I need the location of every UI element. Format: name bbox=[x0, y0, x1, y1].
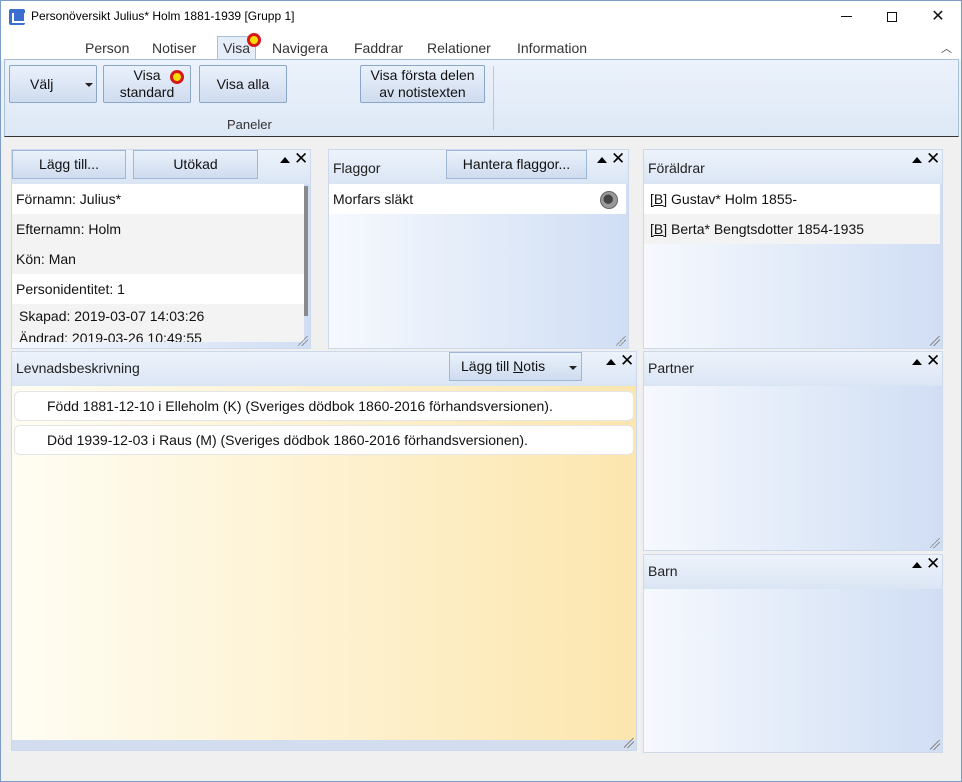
move-up-icon[interactable] bbox=[597, 157, 607, 163]
resize-grip-icon[interactable] bbox=[624, 738, 634, 748]
panel-header: Levnadsbeskrivning Lägg till Notis ✕ bbox=[12, 351, 636, 386]
minimize-button[interactable] bbox=[823, 1, 869, 32]
flag-item[interactable]: Morfars släkt bbox=[329, 184, 626, 214]
extended-button[interactable]: Utökad bbox=[133, 150, 258, 179]
panel-footer bbox=[12, 740, 636, 750]
ribbon-panel: Välj Visa standard Visa alla Visa första… bbox=[4, 59, 959, 137]
dropdown-arrow-icon bbox=[569, 366, 577, 370]
move-up-icon[interactable] bbox=[912, 157, 922, 163]
field-first-name[interactable]: Förnamn: Julius* bbox=[12, 184, 304, 214]
panel-title: Barn bbox=[648, 563, 678, 579]
parents-panel: Föräldrar ✕ [B] Gustav* Holm 1855- [B] B… bbox=[643, 149, 943, 349]
parent-tag[interactable]: [B] bbox=[650, 221, 667, 237]
visa-forsta-line1: Visa första delen bbox=[370, 67, 475, 83]
close-panel-icon[interactable]: ✕ bbox=[611, 149, 625, 169]
visa-forsta-delen-button[interactable]: Visa första delen av notistexten bbox=[360, 65, 485, 103]
ribbon-tabs: Person Notiser Visa Navigera Faddrar Rel… bbox=[1, 32, 961, 61]
app-icon bbox=[9, 9, 26, 25]
title-bar: Personöversikt Julius* Holm 1881-1939 [G… bbox=[1, 1, 961, 32]
parent-tag[interactable]: [B] bbox=[650, 191, 667, 207]
close-panel-icon[interactable]: ✕ bbox=[926, 149, 940, 169]
close-panel-icon[interactable]: ✕ bbox=[620, 351, 634, 371]
valj-label: Välj bbox=[30, 76, 54, 92]
close-panel-icon[interactable]: ✕ bbox=[926, 554, 940, 574]
resize-grip-icon[interactable] bbox=[930, 538, 940, 548]
highlight-marker-icon bbox=[170, 70, 184, 84]
parent-row[interactable]: [B] Berta* Bengtsdotter 1854-1935 bbox=[644, 214, 940, 244]
life-description-panel: Levnadsbeskrivning Lägg till Notis ✕ Föd… bbox=[11, 351, 637, 751]
valj-dropdown-button[interactable]: Välj bbox=[9, 65, 97, 103]
panel-header: Partner ✕ bbox=[644, 351, 942, 386]
children-panel: Barn ✕ bbox=[643, 554, 943, 753]
panel-title: Levnadsbeskrivning bbox=[16, 360, 140, 376]
partner-panel: Partner ✕ bbox=[643, 351, 943, 551]
resize-grip-icon[interactable] bbox=[616, 336, 626, 346]
tab-relationer[interactable]: Relationer bbox=[427, 40, 491, 56]
dropdown-arrow-icon bbox=[85, 83, 93, 87]
add-notice-prefix: Lägg till bbox=[461, 358, 514, 374]
parent-row[interactable]: [B] Gustav* Holm 1855- bbox=[644, 184, 940, 214]
move-up-icon[interactable] bbox=[912, 562, 922, 568]
parent-name: Berta* Bengtsdotter 1854-1935 bbox=[671, 221, 865, 237]
resize-grip-icon[interactable] bbox=[930, 336, 940, 346]
field-last-name[interactable]: Efternamn: Holm bbox=[12, 214, 304, 244]
close-panel-icon[interactable]: ✕ bbox=[926, 351, 940, 371]
window-title: Personöversikt Julius* Holm 1881-1939 [G… bbox=[31, 9, 295, 23]
panel-title: Flaggor bbox=[333, 160, 381, 176]
maximize-icon bbox=[887, 11, 897, 22]
panel-title: Partner bbox=[648, 360, 694, 376]
tab-faddrar[interactable]: Faddrar bbox=[354, 40, 403, 56]
highlight-marker-icon bbox=[247, 33, 261, 47]
panel-header: Föräldrar ✕ bbox=[644, 149, 942, 184]
tab-information[interactable]: Information bbox=[517, 40, 587, 56]
resize-grip-icon[interactable] bbox=[930, 740, 940, 750]
field-gender[interactable]: Kön: Man bbox=[12, 244, 304, 274]
panel-header: Flaggor Hantera flaggor... ✕ bbox=[329, 149, 628, 184]
person-panel: Lägg till... Utökad ✕ Förnamn: Julius* E… bbox=[11, 149, 311, 349]
move-up-icon[interactable] bbox=[606, 359, 616, 365]
close-button[interactable]: ✕ bbox=[915, 1, 961, 32]
add-notice-accesskey: N bbox=[513, 358, 524, 374]
created-text: Skapad: 2019-03-07 14:03:26 bbox=[19, 308, 205, 324]
collapse-ribbon-icon[interactable]: ︿ bbox=[941, 40, 952, 56]
tab-person[interactable]: Person bbox=[85, 40, 129, 56]
visa-standard-line2: standard bbox=[119, 84, 175, 100]
ribbon-group-label: Paneler bbox=[227, 117, 272, 132]
move-up-icon[interactable] bbox=[280, 157, 290, 163]
close-panel-icon[interactable]: ✕ bbox=[294, 149, 308, 169]
visa-alla-button[interactable]: Visa alla bbox=[199, 65, 287, 103]
panel-header: Barn ✕ bbox=[644, 554, 942, 589]
tab-notiser[interactable]: Notiser bbox=[152, 40, 196, 56]
minimize-icon bbox=[840, 16, 852, 18]
metadata-area: Skapad: 2019-03-07 14:03:26 Ändrad: 2019… bbox=[12, 304, 304, 342]
notice-item[interactable]: Död 1939-12-03 i Raus (M) (Sveriges dödb… bbox=[14, 425, 634, 455]
scrollbar-thumb[interactable] bbox=[304, 186, 308, 316]
tab-navigera[interactable]: Navigera bbox=[272, 40, 328, 56]
panel-title: Föräldrar bbox=[648, 160, 705, 176]
app-window: Personöversikt Julius* Holm 1881-1939 [G… bbox=[0, 0, 962, 782]
panel-header: Lägg till... Utökad ✕ bbox=[12, 149, 310, 184]
visa-standard-button[interactable]: Visa standard bbox=[103, 65, 191, 103]
flag-label: Morfars släkt bbox=[333, 191, 414, 207]
flag-indicator-icon bbox=[600, 191, 618, 209]
maximize-button[interactable] bbox=[869, 1, 915, 32]
add-notice-dropdown-button[interactable]: Lägg till Notis bbox=[449, 352, 582, 381]
add-notice-suffix: otis bbox=[523, 358, 546, 374]
flags-panel: Flaggor Hantera flaggor... ✕ Morfars slä… bbox=[328, 149, 629, 349]
ribbon-separator bbox=[493, 66, 494, 130]
resize-grip-icon[interactable] bbox=[298, 336, 308, 346]
visa-forsta-line2: av notistexten bbox=[379, 84, 466, 100]
move-up-icon[interactable] bbox=[912, 359, 922, 365]
notice-item[interactable]: Född 1881-12-10 i Elleholm (K) (Sveriges… bbox=[14, 391, 634, 421]
manage-flags-button[interactable]: Hantera flaggor... bbox=[446, 150, 587, 179]
parent-name: Gustav* Holm 1855- bbox=[671, 191, 798, 207]
add-button[interactable]: Lägg till... bbox=[12, 150, 126, 179]
changed-text: Ändrad: 2019-03-26 10:49:55 bbox=[19, 330, 202, 342]
field-person-id[interactable]: Personidentitet: 1 bbox=[12, 274, 304, 304]
close-icon: ✕ bbox=[931, 8, 945, 25]
